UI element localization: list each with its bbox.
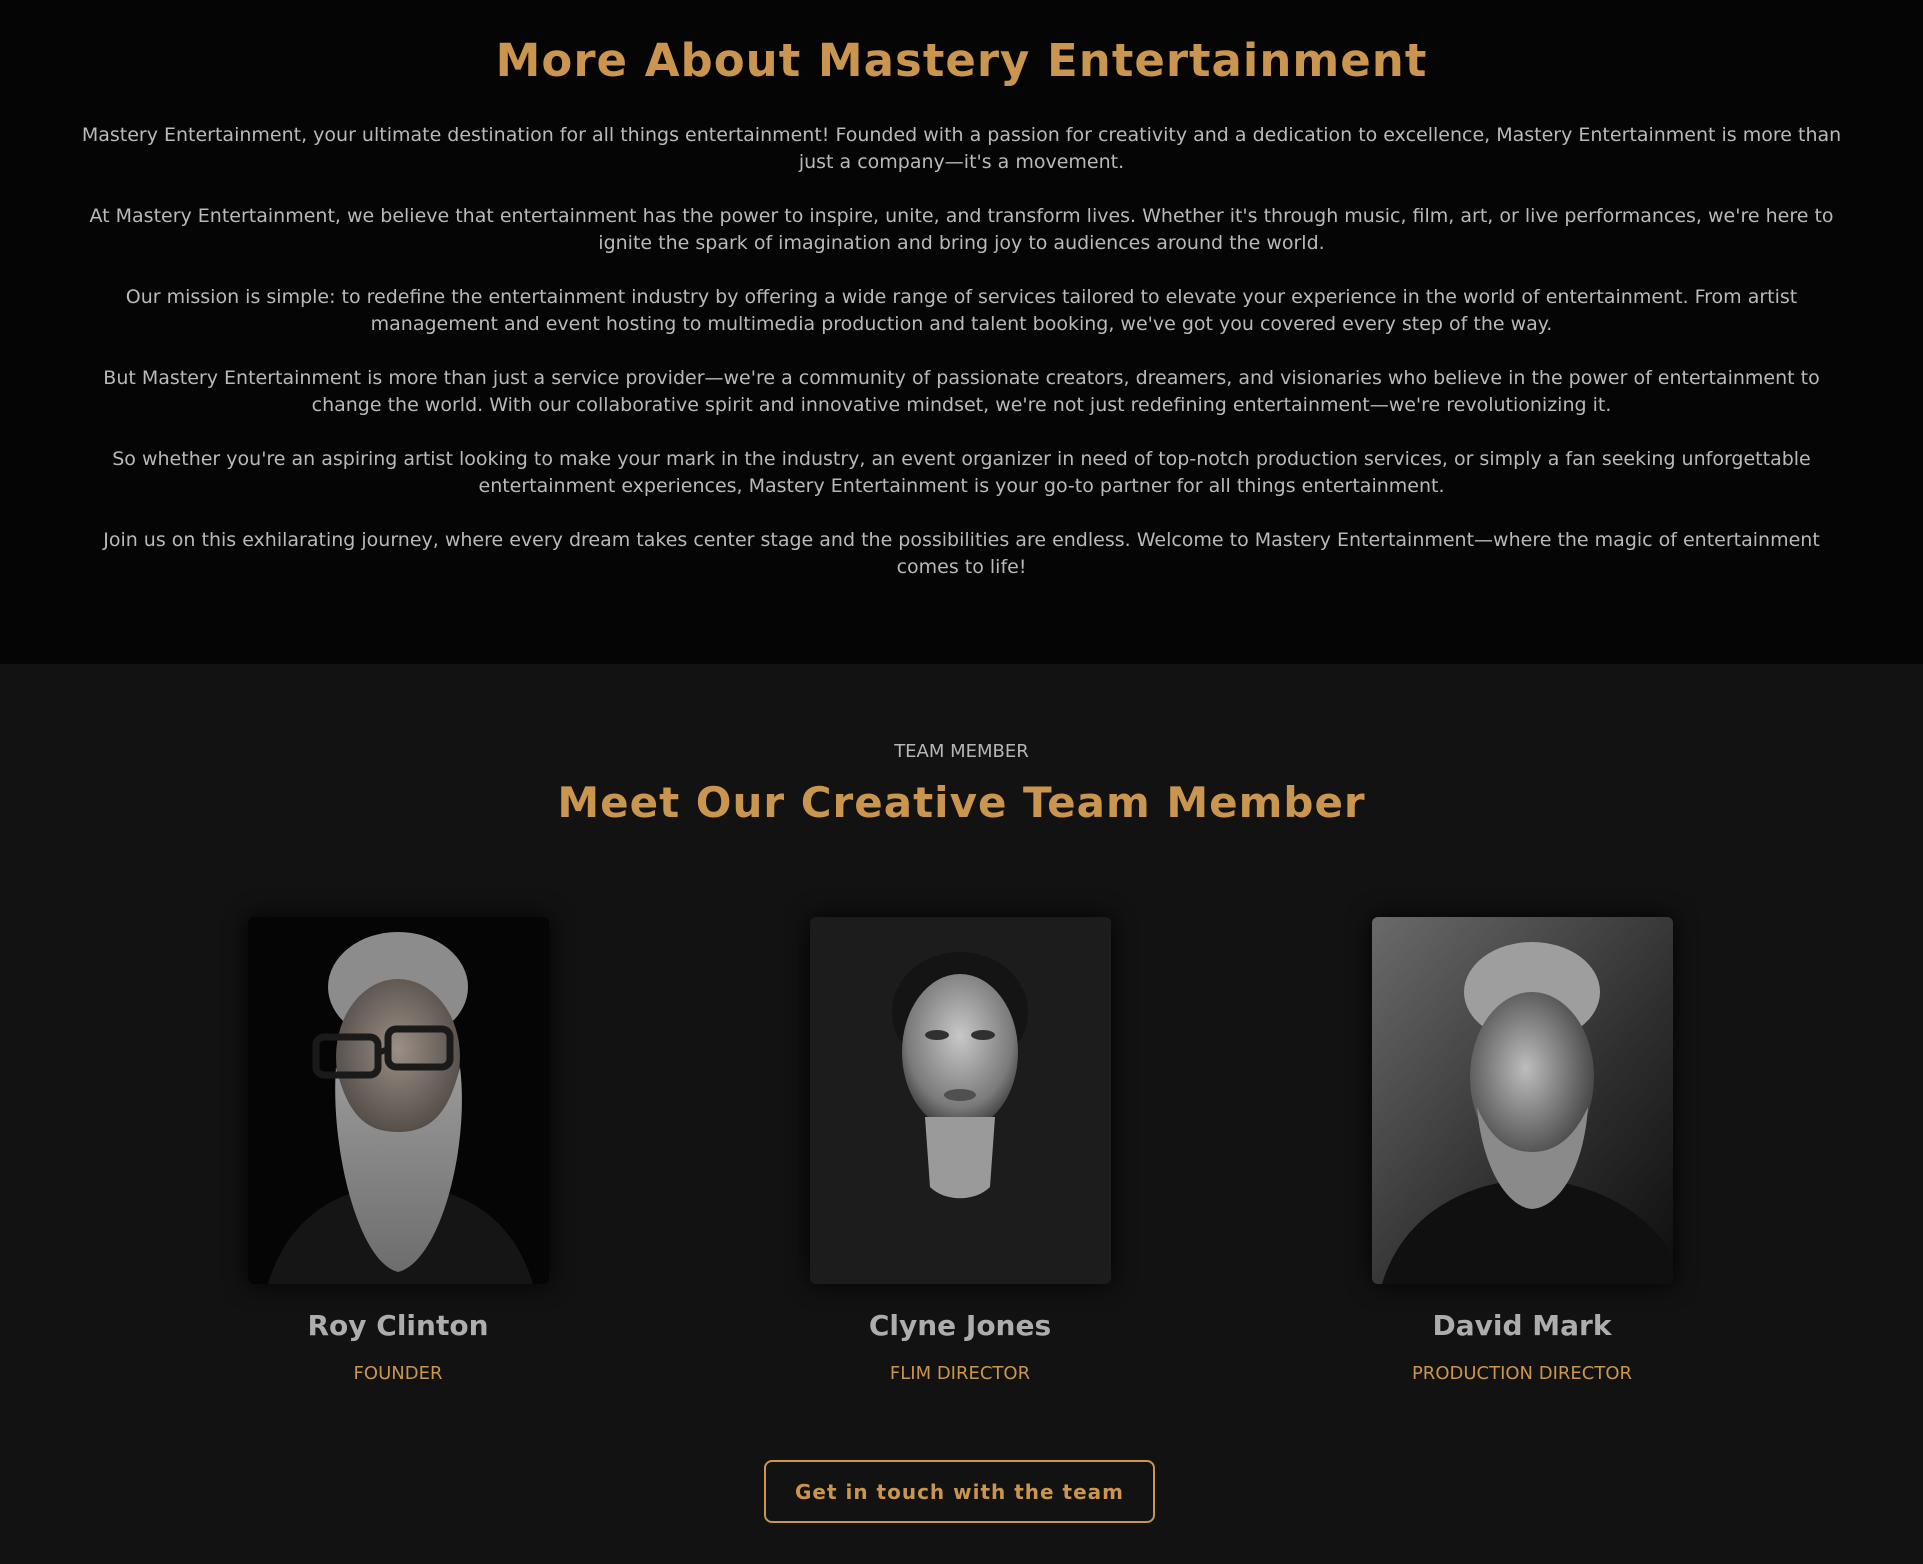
member-role: FOUNDER <box>353 1363 443 1384</box>
about-paragraph-5: So whether you're an aspiring artist loo… <box>112 448 1811 497</box>
team-kicker: TEAM MEMBER <box>894 741 1029 762</box>
about-paragraph-3: Our mission is simple: to redefine the e… <box>125 286 1798 335</box>
member-name: Roy Clinton <box>307 1309 489 1342</box>
member-photo-roy-clinton <box>248 917 549 1284</box>
member-name: Clyne Jones <box>868 1309 1052 1342</box>
member-photo-clyne-jones <box>810 917 1111 1284</box>
about-paragraph-4: But Mastery Entertainment is more than j… <box>103 367 1820 416</box>
member-photo-david-mark <box>1372 917 1673 1284</box>
about-paragraph-2: At Mastery Entertainment, we believe tha… <box>89 205 1834 254</box>
contact-team-button[interactable]: Get in touch with the team <box>764 1460 1155 1523</box>
about-section: More About Mastery Entertainment Mastery… <box>0 0 1923 664</box>
member-role: PRODUCTION DIRECTOR <box>1411 1363 1633 1384</box>
about-paragraph-6: Join us on this exhilarating journey, wh… <box>103 529 1820 578</box>
about-paragraph-1: Mastery Entertainment, your ultimate des… <box>81 124 1842 173</box>
older-man-portrait <box>1372 917 1673 1284</box>
about-title: More About Mastery Entertainment <box>495 34 1428 87</box>
member-name: David Mark <box>1432 1309 1612 1342</box>
woman-portrait <box>810 917 1111 1284</box>
about-body: Mastery Entertainment, your ultimate des… <box>70 122 1853 608</box>
member-role: FLIM DIRECTOR <box>889 1363 1031 1384</box>
bearded-man-portrait <box>248 917 549 1284</box>
team-title: Meet Our Creative Team Member <box>557 778 1366 827</box>
team-section: TEAM MEMBER Meet Our Creative Team Membe… <box>0 664 1923 1564</box>
